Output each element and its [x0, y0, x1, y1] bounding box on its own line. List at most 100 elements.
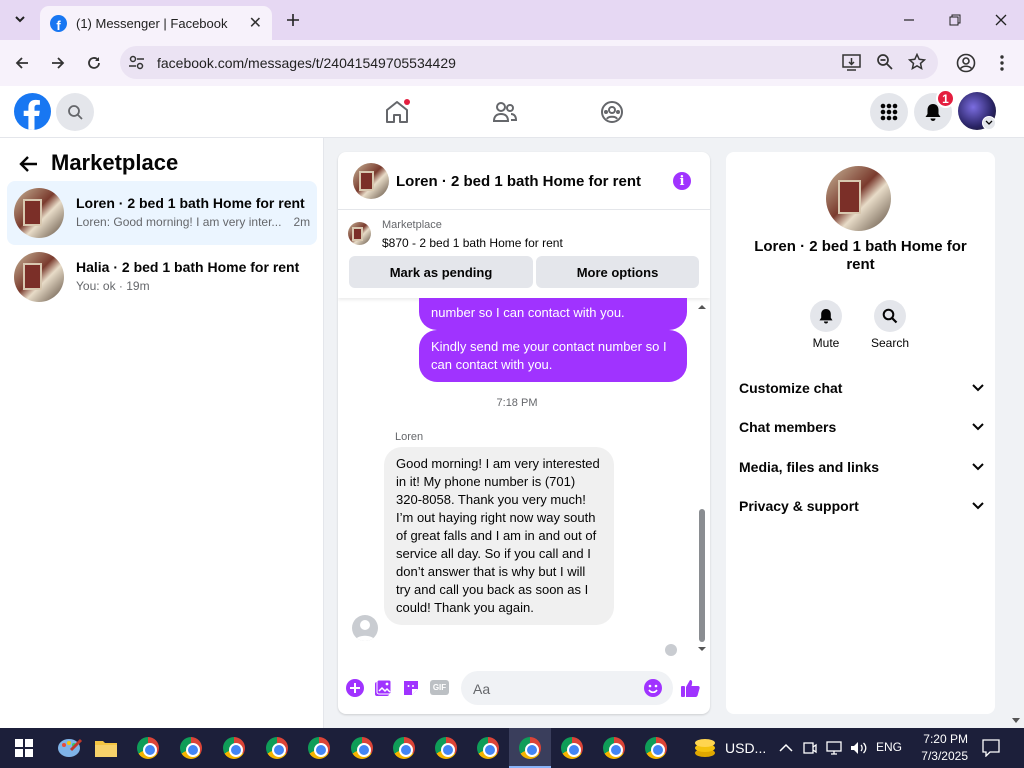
input-language[interactable]: ENG	[876, 740, 902, 754]
browser-menu-button[interactable]	[990, 51, 1014, 75]
chat-members-section[interactable]: Chat members	[739, 416, 984, 438]
media-files-links-section[interactable]: Media, files and links	[739, 456, 984, 478]
search-icon	[882, 308, 898, 324]
reload-icon	[88, 57, 100, 69]
close-tab-icon[interactable]: ✕	[249, 13, 262, 33]
start-button[interactable]	[10, 734, 38, 762]
emoji-icon[interactable]	[644, 679, 662, 700]
conversation-item[interactable]: Loren · 2 bed 1 bath Home for rent Loren…	[7, 181, 317, 245]
chat-info-pane: Loren · 2 bed 1 bath Home for rent Mute …	[726, 152, 995, 714]
clock-time: 7:20 PM	[923, 732, 968, 746]
facebook-favicon-icon: f	[50, 14, 67, 32]
chrome-window-icon[interactable]	[474, 734, 502, 762]
minimize-icon	[904, 19, 914, 21]
chrome-window-icon[interactable]	[600, 734, 628, 762]
reload-button[interactable]	[82, 51, 106, 75]
mute-button[interactable]	[810, 300, 842, 332]
chrome-window-icon[interactable]	[134, 734, 162, 762]
message-scrollbar[interactable]	[696, 301, 708, 656]
facebook-logo-icon[interactable]	[14, 93, 51, 130]
back-button[interactable]	[10, 51, 34, 75]
new-tab-button[interactable]	[280, 8, 306, 32]
bell-icon	[819, 309, 833, 324]
chrome-window-icon[interactable]	[390, 734, 418, 762]
search-conversation-button[interactable]	[874, 300, 906, 332]
info-icon[interactable]: i	[673, 172, 691, 190]
volume-icon[interactable]	[850, 740, 868, 759]
chrome-window-icon-active[interactable]	[516, 734, 544, 762]
photo-icon[interactable]	[374, 679, 392, 700]
address-bar[interactable]: facebook.com/messages/t/2404154970553442…	[120, 46, 938, 79]
chrome-window-icon[interactable]	[305, 734, 333, 762]
install-app-icon[interactable]	[842, 53, 861, 75]
conversation-name: Loren · 2 bed 1 bath Home for rent	[76, 195, 305, 211]
browser-tab[interactable]: f (1) Messenger | Facebook ✕	[40, 6, 272, 40]
chat-header: Loren · 2 bed 1 bath Home for rent i	[338, 152, 710, 210]
back-arrow-button[interactable]	[18, 153, 40, 175]
file-explorer-icon[interactable]	[92, 734, 120, 762]
tray-overflow-icon[interactable]	[779, 741, 793, 756]
chrome-window-icon[interactable]	[348, 734, 376, 762]
chrome-window-icon[interactable]	[432, 734, 460, 762]
gif-icon[interactable]: GIF	[430, 680, 449, 695]
listing-thumbnail	[14, 252, 64, 302]
customize-chat-section[interactable]: Customize chat	[739, 377, 984, 399]
network-icon[interactable]	[826, 740, 842, 759]
system-clock[interactable]: 7:20 PM 7/3/2025	[912, 731, 968, 765]
chrome-window-icon[interactable]	[558, 734, 586, 762]
meet-now-icon[interactable]	[803, 740, 817, 759]
home-nav-button[interactable]	[384, 99, 410, 125]
zoom-icon[interactable]	[876, 53, 894, 74]
notification-badge: 1	[936, 89, 955, 108]
more-options-button[interactable]: More options	[536, 256, 699, 288]
chrome-window-icon[interactable]	[263, 734, 291, 762]
profile-button[interactable]	[954, 51, 978, 75]
message-input-placeholder: Aa	[473, 681, 491, 697]
page-scroll-down-icon[interactable]	[1011, 713, 1021, 728]
friends-nav-button[interactable]	[492, 99, 518, 125]
like-thumb-icon[interactable]	[680, 678, 700, 701]
chat-window: Loren · 2 bed 1 bath Home for rent i Mar…	[338, 152, 710, 714]
paint-app-icon[interactable]	[56, 734, 84, 762]
windows-taskbar: USD... ENG 7:20 PM 7/3/2025	[0, 728, 1024, 768]
chrome-window-icon[interactable]	[642, 734, 670, 762]
section-label: Media, files and links	[739, 459, 880, 475]
chrome-window-icon[interactable]	[220, 734, 248, 762]
chat-avatar[interactable]	[353, 163, 389, 199]
site-settings-icon[interactable]	[128, 54, 145, 74]
kebab-menu-icon	[1000, 55, 1004, 71]
sender-avatar[interactable]	[352, 615, 378, 641]
search-button[interactable]	[56, 93, 94, 131]
sticker-icon[interactable]	[402, 679, 420, 700]
chat-title[interactable]: Loren · 2 bed 1 bath Home for rent	[396, 173, 641, 190]
incoming-message: Good morning! I am very interested in it…	[384, 447, 614, 625]
menu-button[interactable]	[870, 93, 908, 131]
close-window-button[interactable]	[988, 8, 1014, 32]
conversation-item[interactable]: Halia · 2 bed 1 bath Home for rent You: …	[7, 245, 317, 309]
arrow-left-icon	[15, 57, 28, 69]
tab-search-button[interactable]	[7, 7, 33, 31]
conversation-time: 2m	[293, 215, 311, 229]
mute-label: Mute	[812, 336, 840, 350]
contact-avatar[interactable]	[826, 166, 891, 231]
account-chevron-icon[interactable]	[982, 116, 996, 130]
chrome-window-icon[interactable]	[177, 734, 205, 762]
restore-button[interactable]	[942, 8, 968, 32]
sender-name: Loren	[395, 431, 424, 443]
bookmark-star-icon[interactable]	[907, 52, 927, 74]
groups-nav-button[interactable]	[599, 99, 625, 125]
notification-center-icon[interactable]	[982, 739, 1000, 760]
currency-widget-label[interactable]: USD...	[725, 740, 766, 756]
currency-widget-icon[interactable]	[691, 734, 719, 762]
browser-toolbar: facebook.com/messages/t/2404154970553442…	[0, 40, 1024, 86]
plus-circle-icon[interactable]	[346, 679, 364, 700]
arrow-left-icon	[19, 156, 37, 172]
listing-title[interactable]: $870 - 2 bed 1 bath Home for rent	[382, 236, 563, 250]
outgoing-message: Kindly send me your contact number so I …	[419, 330, 687, 382]
privacy-support-section[interactable]: Privacy & support	[739, 495, 984, 517]
mark-as-pending-button[interactable]: Mark as pending	[349, 256, 533, 288]
chevron-down-icon	[15, 16, 25, 23]
message-input[interactable]: Aa	[461, 671, 673, 705]
minimize-button[interactable]	[896, 8, 922, 32]
forward-button[interactable]	[46, 51, 70, 75]
